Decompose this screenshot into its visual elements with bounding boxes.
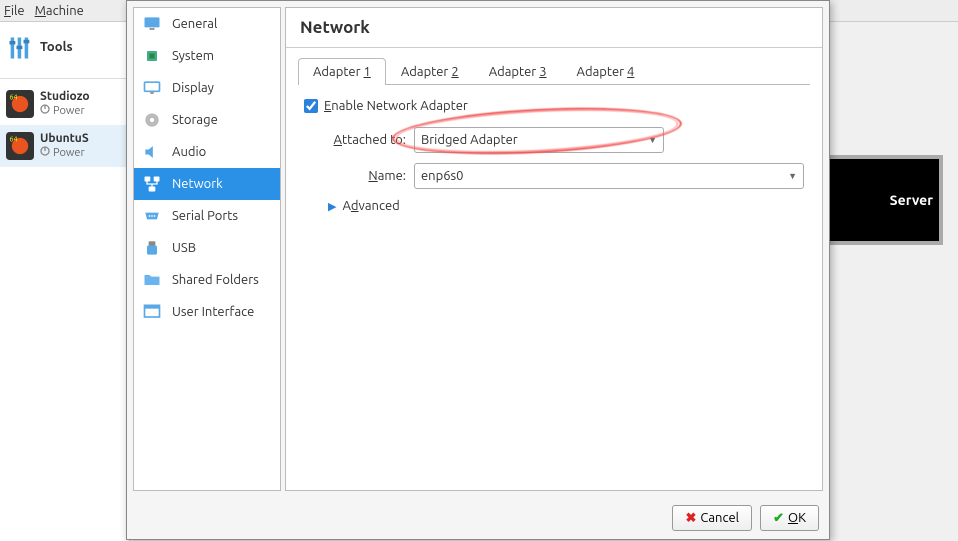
cat-label: System bbox=[172, 49, 214, 63]
expand-icon: ▶ bbox=[328, 200, 336, 213]
disk-icon bbox=[142, 110, 162, 130]
ok-icon: ✔ bbox=[773, 511, 784, 526]
attached-to-label: Attached to: bbox=[304, 133, 414, 147]
tab-adapter-2[interactable]: Adapter 2 bbox=[386, 58, 474, 85]
cat-storage[interactable]: Storage bbox=[134, 104, 280, 136]
cat-label: Network bbox=[172, 177, 223, 191]
cat-label: USB bbox=[172, 241, 196, 255]
menu-file[interactable]: File bbox=[4, 4, 25, 18]
tools-item[interactable]: Tools bbox=[0, 22, 129, 74]
settings-content: Network Adapter 1 Adapter 2 Adapter 3 Ad… bbox=[285, 7, 823, 491]
vm-os-icon: 64 bbox=[6, 132, 34, 160]
network-icon bbox=[142, 174, 162, 194]
tools-icon bbox=[6, 34, 34, 62]
cat-label: General bbox=[172, 17, 217, 31]
serial-icon bbox=[142, 206, 162, 226]
vm-status: Power bbox=[40, 104, 90, 118]
cat-general[interactable]: General bbox=[134, 8, 280, 40]
dialog-button-row: ✖ Cancel ✔ OK bbox=[127, 497, 829, 539]
cat-label: User Interface bbox=[172, 305, 254, 319]
adapter-tabs: Adapter 1 Adapter 2 Adapter 3 Adapter 4 bbox=[298, 58, 810, 85]
vm-item-0[interactable]: 64 Studiozo Power bbox=[0, 83, 129, 125]
settings-category-list: General System Display Storage Audio Net… bbox=[133, 7, 281, 491]
enable-adapter-checkbox[interactable] bbox=[304, 99, 318, 113]
attached-to-value: Bridged Adapter bbox=[421, 133, 518, 147]
vm-name: UbuntuS bbox=[40, 132, 89, 146]
cat-network[interactable]: Network bbox=[134, 168, 280, 200]
tools-label: Tools bbox=[40, 40, 73, 56]
dropdown-icon: ▼ bbox=[788, 171, 797, 181]
display-icon bbox=[142, 78, 162, 98]
cat-label: Serial Ports bbox=[172, 209, 238, 223]
svg-text:64: 64 bbox=[10, 135, 18, 143]
name-label: Name: bbox=[304, 169, 414, 183]
svg-text:64: 64 bbox=[10, 93, 18, 101]
cancel-button[interactable]: ✖ Cancel bbox=[672, 505, 752, 531]
tab-adapter-3[interactable]: Adapter 3 bbox=[474, 58, 562, 85]
cancel-icon: ✖ bbox=[685, 511, 696, 526]
cat-shared[interactable]: Shared Folders bbox=[134, 264, 280, 296]
speaker-icon bbox=[142, 142, 162, 162]
vm-os-icon: 64 bbox=[6, 90, 34, 118]
vm-preview: Server bbox=[823, 155, 943, 245]
cat-label: Display bbox=[172, 81, 214, 95]
menu-machine[interactable]: Machine bbox=[35, 4, 84, 18]
cat-system[interactable]: System bbox=[134, 40, 280, 72]
vm-name: Studiozo bbox=[40, 90, 90, 104]
vm-status: Power bbox=[40, 146, 89, 160]
tab-adapter-4[interactable]: Adapter 4 bbox=[562, 58, 650, 85]
cat-ui[interactable]: User Interface bbox=[134, 296, 280, 328]
folder-icon bbox=[142, 270, 162, 290]
enable-adapter-label[interactable]: Enable Network Adapter bbox=[324, 99, 468, 113]
settings-dialog: General System Display Storage Audio Net… bbox=[126, 0, 830, 540]
ok-button[interactable]: ✔ OK bbox=[760, 505, 819, 531]
usb-icon bbox=[142, 238, 162, 258]
cat-audio[interactable]: Audio bbox=[134, 136, 280, 168]
cat-label: Shared Folders bbox=[172, 273, 259, 287]
ui-icon bbox=[142, 302, 162, 322]
name-value: enp6s0 bbox=[421, 169, 464, 183]
cancel-label: Cancel bbox=[700, 511, 739, 525]
vm-sidebar: Tools 64 Studiozo Power 64 UbuntuS Power bbox=[0, 22, 130, 541]
tab-adapter-1[interactable]: Adapter 1 bbox=[298, 58, 386, 85]
dropdown-icon: ▼ bbox=[648, 135, 657, 145]
name-select[interactable]: enp6s0 ▼ bbox=[414, 163, 804, 189]
cat-serial[interactable]: Serial Ports bbox=[134, 200, 280, 232]
cat-label: Storage bbox=[172, 113, 218, 127]
panel-title: Network bbox=[286, 8, 822, 48]
attached-to-select[interactable]: Bridged Adapter ▼ bbox=[414, 127, 664, 153]
chip-icon bbox=[142, 46, 162, 66]
cat-display[interactable]: Display bbox=[134, 72, 280, 104]
cat-label: Audio bbox=[172, 145, 206, 159]
vm-item-1[interactable]: 64 UbuntuS Power bbox=[0, 125, 129, 167]
ok-label: OK bbox=[788, 511, 806, 525]
monitor-icon bbox=[142, 14, 162, 34]
cat-usb[interactable]: USB bbox=[134, 232, 280, 264]
advanced-toggle[interactable]: ▶ Advanced bbox=[328, 199, 804, 213]
